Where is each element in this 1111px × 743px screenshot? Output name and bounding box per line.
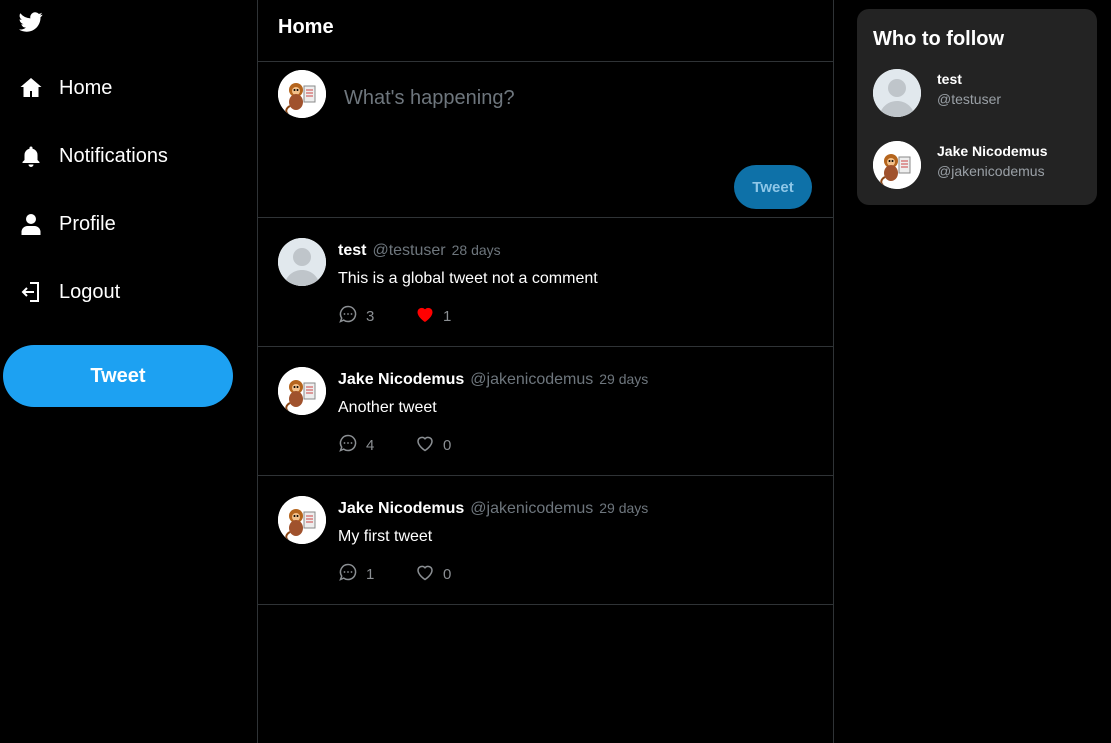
main-header: Home [258, 0, 833, 62]
tweet-timestamp: 29 days [599, 371, 649, 387]
comment-icon [338, 562, 358, 587]
user-icon [19, 212, 43, 236]
main-timeline: Home Tweet test @testuser 28 days This is … [257, 0, 834, 743]
like-count: 0 [443, 566, 452, 583]
tweet-author-name[interactable]: Jake Nicodemus [338, 371, 464, 388]
follow-suggestion-handle: @testuser [937, 91, 1002, 107]
sidebar-item-label: Profile [59, 212, 116, 235]
heart-filled-icon [415, 304, 435, 329]
tweet-header: Jake Nicodemus @jakenicodemus 29 days [338, 371, 648, 389]
sidebar-item-label: Logout [59, 280, 121, 303]
like-count: 1 [443, 308, 452, 325]
tweet-item[interactable]: test @testuser 28 days This is a global tw… [258, 218, 833, 347]
page-title: Home [278, 16, 334, 38]
sidebar-item-profile[interactable]: Profile [19, 209, 116, 239]
sidebar: Home Notifications Profile Logout Tweet [0, 0, 257, 743]
default-avatar [873, 69, 921, 117]
monkey-avatar[interactable] [278, 496, 326, 544]
tweet-item[interactable]: Jake Nicodemus @jakenicodemus 29 days Anot… [258, 347, 833, 476]
comment-button[interactable]: 4 [338, 433, 374, 458]
heart-icon [415, 562, 435, 587]
follow-suggestion-handle: @jakenicodemus [937, 163, 1045, 179]
bell-icon [19, 144, 43, 168]
tweet-composer-input[interactable] [342, 82, 806, 114]
twitter-bird-icon[interactable] [19, 10, 43, 34]
logout-icon [19, 280, 43, 304]
monkey-avatar [278, 70, 326, 118]
comment-icon [338, 304, 358, 329]
monkey-avatar [873, 141, 921, 189]
like-button[interactable]: 1 [415, 304, 451, 329]
comment-icon [338, 433, 358, 458]
tweet-author-name[interactable]: Jake Nicodemus [338, 500, 464, 517]
tweet-text: My first tweet [338, 528, 433, 545]
tweet-text: Another tweet [338, 399, 437, 416]
tweet-timestamp: 29 days [599, 500, 649, 516]
sidebar-item-logout[interactable]: Logout [19, 277, 120, 307]
tweet-submit-button[interactable]: Tweet [734, 165, 812, 209]
follow-suggestion-name: test [937, 71, 962, 87]
default-avatar[interactable] [278, 238, 326, 286]
who-to-follow-title: Who to follow [873, 28, 1005, 50]
tweet-item[interactable]: Jake Nicodemus @jakenicodemus 29 days My f… [258, 476, 833, 605]
tweet-author-handle[interactable]: @testuser [372, 242, 445, 259]
tweet-timestamp: 28 days [451, 242, 501, 258]
heart-icon [415, 433, 435, 458]
who-to-follow-panel: Who to follow test @testuser Jake Nicode… [857, 9, 1097, 205]
follow-suggestion[interactable]: Jake Nicodemus @jakenicodemus [873, 141, 1083, 191]
sidebar-item-label: Notifications [59, 144, 168, 167]
like-button[interactable]: 0 [415, 562, 451, 587]
sidebar-item-notifications[interactable]: Notifications [19, 141, 168, 171]
like-count: 0 [443, 437, 452, 454]
home-icon [19, 76, 43, 100]
tweet-header: Jake Nicodemus @jakenicodemus 29 days [338, 500, 648, 518]
tweet-header: test @testuser 28 days [338, 242, 501, 260]
monkey-avatar[interactable] [278, 367, 326, 415]
tweet-composer: Tweet [258, 62, 833, 218]
like-button[interactable]: 0 [415, 433, 451, 458]
tweet-author-name[interactable]: test [338, 242, 366, 259]
sidebar-item-home[interactable]: Home [19, 73, 112, 103]
comment-button[interactable]: 1 [338, 562, 374, 587]
comment-count: 4 [366, 437, 375, 454]
follow-suggestion-name: Jake Nicodemus [937, 143, 1048, 159]
comment-count: 1 [366, 566, 375, 583]
comment-count: 3 [366, 308, 375, 325]
tweet-text: This is a global tweet not a comment [338, 270, 598, 287]
sidebar-item-label: Home [59, 76, 113, 99]
comment-button[interactable]: 3 [338, 304, 374, 329]
tweet-author-handle[interactable]: @jakenicodemus [470, 500, 593, 517]
follow-suggestion[interactable]: test @testuser [873, 69, 1083, 119]
tweet-button[interactable]: Tweet [3, 345, 233, 407]
tweet-author-handle[interactable]: @jakenicodemus [470, 371, 593, 388]
